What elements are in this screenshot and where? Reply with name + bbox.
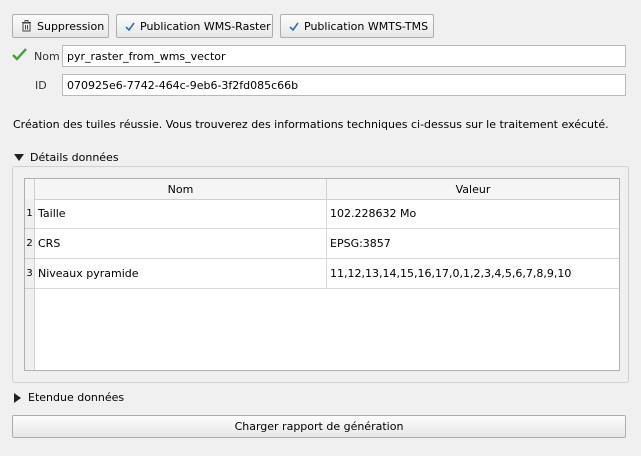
details-section-toggle[interactable]: Détails données <box>14 151 119 164</box>
row-number: 3 <box>25 259 35 289</box>
cell-value[interactable]: 102.228632 Mo <box>327 199 619 229</box>
corner-cell <box>25 179 35 199</box>
details-table[interactable]: Nom Valeur 1 Taille 102.228632 Mo 2 CRS … <box>24 178 620 371</box>
delete-button[interactable]: Suppression <box>12 14 109 38</box>
name-label: Nom <box>34 50 60 63</box>
trash-icon <box>21 20 32 32</box>
extent-section-title: Etendue données <box>28 391 125 404</box>
checkmark-icon <box>125 22 135 31</box>
cell-name[interactable]: Taille <box>35 199 327 229</box>
cell-value[interactable]: EPSG:3857 <box>327 229 619 259</box>
publish-wms-raster-label: Publication WMS-Raster <box>140 19 271 33</box>
status-message: Création des tuiles réussie. Vous trouve… <box>13 118 609 131</box>
table-row[interactable]: 1 Taille 102.228632 Mo <box>25 199 619 229</box>
publish-wmts-tms-label: Publication WMTS-TMS <box>304 19 429 33</box>
column-header-name[interactable]: Nom <box>35 179 327 199</box>
column-header-value[interactable]: Valeur <box>327 179 619 199</box>
extent-section-toggle[interactable]: Etendue données <box>14 391 124 404</box>
row-number: 2 <box>25 229 35 259</box>
publish-wmts-tms-button[interactable]: Publication WMTS-TMS <box>280 14 434 38</box>
table-row[interactable]: 3 Niveaux pyramide 11,12,13,14,15,16,17,… <box>25 259 619 289</box>
checkmark-icon <box>289 22 299 31</box>
triangle-right-icon <box>14 392 22 403</box>
load-report-button[interactable]: Charger rapport de génération <box>12 415 626 438</box>
publish-wms-raster-button[interactable]: Publication WMS-Raster <box>116 14 273 38</box>
triangle-down-icon <box>14 153 24 162</box>
row-number: 1 <box>25 199 35 229</box>
table-header: Nom Valeur <box>25 179 619 200</box>
cell-name[interactable]: Niveaux pyramide <box>35 259 327 289</box>
load-report-label: Charger rapport de génération <box>234 420 404 433</box>
valid-checkmark-icon <box>12 48 27 64</box>
name-field[interactable]: pyr_raster_from_wms_vector <box>62 45 626 67</box>
cell-value[interactable]: 11,12,13,14,15,16,17,0,1,2,3,4,5,6,7,8,9… <box>327 259 619 289</box>
details-section-title: Détails données <box>30 151 119 164</box>
id-label: ID <box>35 79 47 92</box>
table-row[interactable]: 2 CRS EPSG:3857 <box>25 229 619 259</box>
cell-name[interactable]: CRS <box>35 229 327 259</box>
delete-button-label: Suppression <box>37 19 105 33</box>
id-field[interactable]: 070925e6-7742-464c-9eb6-3f2fd085c66b <box>62 74 626 96</box>
